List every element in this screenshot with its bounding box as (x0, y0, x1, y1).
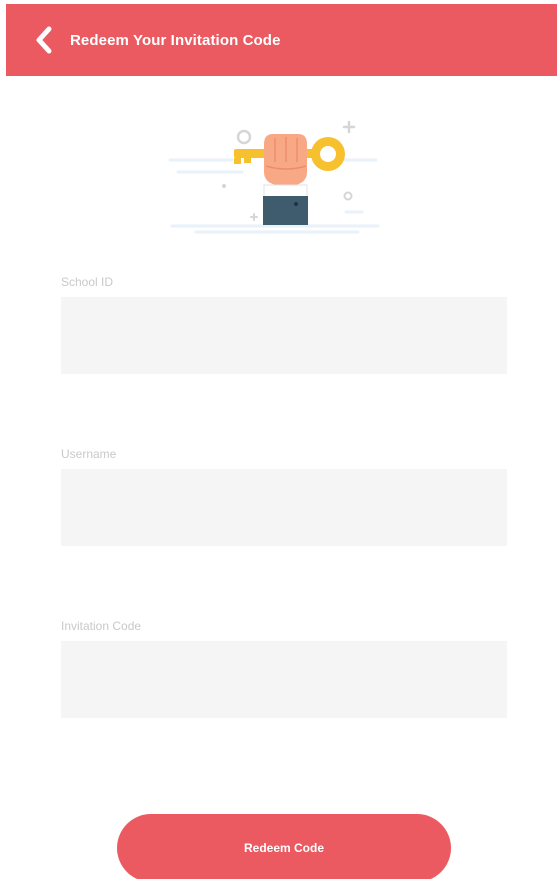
invitation-code-label: Invitation Code (61, 619, 142, 633)
back-button[interactable] (24, 20, 64, 60)
username-label: Username (61, 447, 117, 461)
app-header: Redeem Your Invitation Code (6, 4, 557, 76)
hand-holding-key-icon (168, 120, 380, 234)
invitation-code-input[interactable] (61, 641, 507, 718)
school-id-label: School ID (61, 275, 114, 289)
page-title: Redeem Your Invitation Code (70, 31, 281, 49)
chevron-left-icon (36, 26, 52, 54)
school-id-input[interactable] (61, 297, 507, 374)
redeem-code-button[interactable]: Redeem Code (117, 814, 451, 879)
username-input[interactable] (61, 469, 507, 546)
